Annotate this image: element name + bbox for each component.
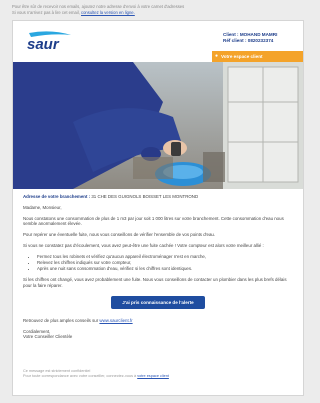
footer-contact: Pour toute correspondance avec votre con… — [23, 374, 293, 379]
acknowledge-alert-button[interactable]: J'ai pris connaissance de l'alerte — [111, 295, 205, 309]
logo-text: saur — [27, 36, 60, 53]
list-item: Après une nuit sans consommation d'eau, … — [37, 266, 293, 272]
email-footer: Ce message est strictement confidentiel … — [23, 369, 293, 379]
paragraph-consumption: Nous constatons une consommation de plus… — [23, 215, 284, 227]
client-info: Client : MOHAND MAMRI Réf client : 08202… — [223, 32, 277, 44]
preheader: Pour être sûr de recevoir nos emails, aj… — [12, 4, 302, 15]
signature: Votre Conseiller Clientèle — [23, 334, 73, 340]
cta-container: J'ai pris connaissance de l'alerte — [23, 295, 293, 309]
preheader-text: Si vous n'arrivez pas à lire cet email, — [12, 9, 80, 15]
paragraph-plumber: Si les chiffres ont changé, vous avez pr… — [23, 277, 287, 288]
view-online-link[interactable]: consultez la version en ligne. — [81, 10, 135, 15]
email-header: saur Client : MOHAND MAMRI Réf client : … — [13, 21, 303, 62]
preheader-line-2: Si vous n'arrivez pas à lire cet email, … — [12, 10, 302, 16]
saurclient-link[interactable]: www.saurclient.fr — [99, 318, 132, 323]
footer-text: Pour toute correspondance avec votre con… — [23, 374, 137, 379]
email-card: saur Client : MOHAND MAMRI Réf client : … — [12, 20, 304, 396]
more-info-text: Retrouvez de plus amples conseils sur — [23, 317, 99, 323]
paragraph-hidden-leak: Si vous ne constatez pas d'écoulement, v… — [23, 242, 264, 248]
hero-image — [13, 62, 303, 189]
advice-list: Fermez tous les robinets et vérifiez qu'… — [37, 254, 293, 272]
paragraph-check-points: Pour repérer une éventuelle fuite, nous … — [23, 232, 216, 238]
email-body: Adresse de votre branchement : 31 CHE DE… — [23, 194, 293, 340]
list-item: Relevez les chiffres indiqués sur votre … — [37, 260, 293, 266]
footer-espace-client-link[interactable]: votre espace client — [137, 374, 169, 378]
address-value: 31 CHE DES GUIGNOLS BOISSET LES MONTROND — [91, 194, 199, 199]
more-info-line: Retrouvez de plus amples conseils sur ww… — [23, 318, 293, 324]
espace-client-label: Votre espace client — [221, 54, 263, 59]
address-label: Adresse de votre branchement : — [23, 194, 91, 199]
address-line: Adresse de votre branchement : 31 CHE DE… — [23, 194, 293, 200]
espace-client-button[interactable]: ● Votre espace client — [212, 51, 303, 62]
list-item: Fermez tous les robinets et vérifiez qu'… — [37, 254, 293, 260]
client-reference: Réf client : 0820232374 — [223, 38, 274, 44]
saur-logo: saur — [23, 31, 73, 53]
greeting: Madame, Monsieur, — [23, 204, 62, 210]
user-icon: ● — [215, 53, 219, 59]
